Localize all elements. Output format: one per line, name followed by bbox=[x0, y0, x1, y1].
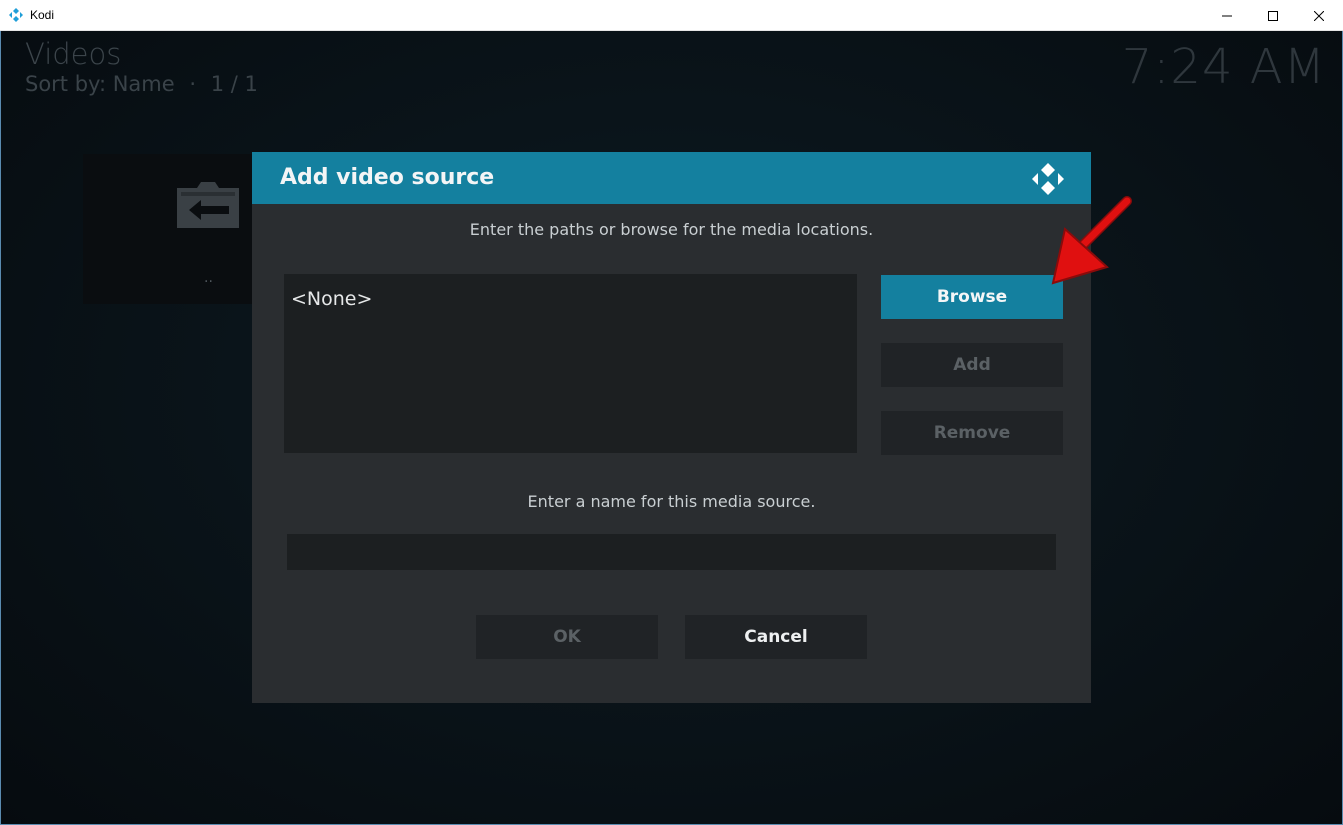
close-icon bbox=[1314, 10, 1324, 21]
name-hint: Enter a name for this media source. bbox=[527, 492, 816, 511]
page-title: Videos bbox=[25, 37, 122, 71]
dialog-header: Add video source bbox=[252, 152, 1091, 204]
minimize-icon bbox=[1222, 15, 1232, 16]
parent-folder-item[interactable]: .. bbox=[83, 154, 263, 304]
close-button[interactable] bbox=[1296, 0, 1342, 31]
add-button[interactable]: Add bbox=[881, 343, 1063, 387]
kodi-logo-icon bbox=[9, 8, 23, 22]
maximize-button[interactable] bbox=[1250, 0, 1296, 31]
sort-info: Sort by: Name · 1 / 1 bbox=[25, 72, 258, 96]
annotation-arrow-icon bbox=[1051, 196, 1132, 285]
paths-hint: Enter the paths or browse for the media … bbox=[469, 220, 874, 239]
sort-label: Sort by: Name bbox=[25, 72, 175, 96]
clock: 7:24 AM bbox=[1121, 39, 1326, 95]
window-title: Kodi bbox=[30, 8, 55, 22]
ok-button[interactable]: OK bbox=[476, 615, 658, 659]
browse-button[interactable]: Browse bbox=[881, 275, 1063, 319]
folder-back-icon bbox=[177, 182, 239, 228]
paths-list[interactable]: <None> bbox=[284, 274, 857, 453]
window-titlebar: Kodi bbox=[0, 0, 1343, 31]
maximize-icon bbox=[1268, 10, 1278, 21]
kodi-main-area: Videos Sort by: Name · 1 / 1 7:24 AM .. … bbox=[1, 31, 1342, 824]
dialog-title: Add video source bbox=[280, 165, 495, 190]
sort-separator: · bbox=[189, 72, 197, 96]
page-counter: 1 / 1 bbox=[210, 72, 258, 96]
remove-button[interactable]: Remove bbox=[881, 411, 1063, 455]
add-video-source-dialog: Add video source Enter the paths or brow… bbox=[252, 152, 1091, 703]
cancel-button[interactable]: Cancel bbox=[685, 615, 867, 659]
minimize-button[interactable] bbox=[1204, 0, 1250, 31]
path-list-item[interactable]: <None> bbox=[291, 288, 372, 310]
source-name-input[interactable] bbox=[287, 534, 1056, 570]
parent-folder-label: .. bbox=[204, 270, 213, 286]
